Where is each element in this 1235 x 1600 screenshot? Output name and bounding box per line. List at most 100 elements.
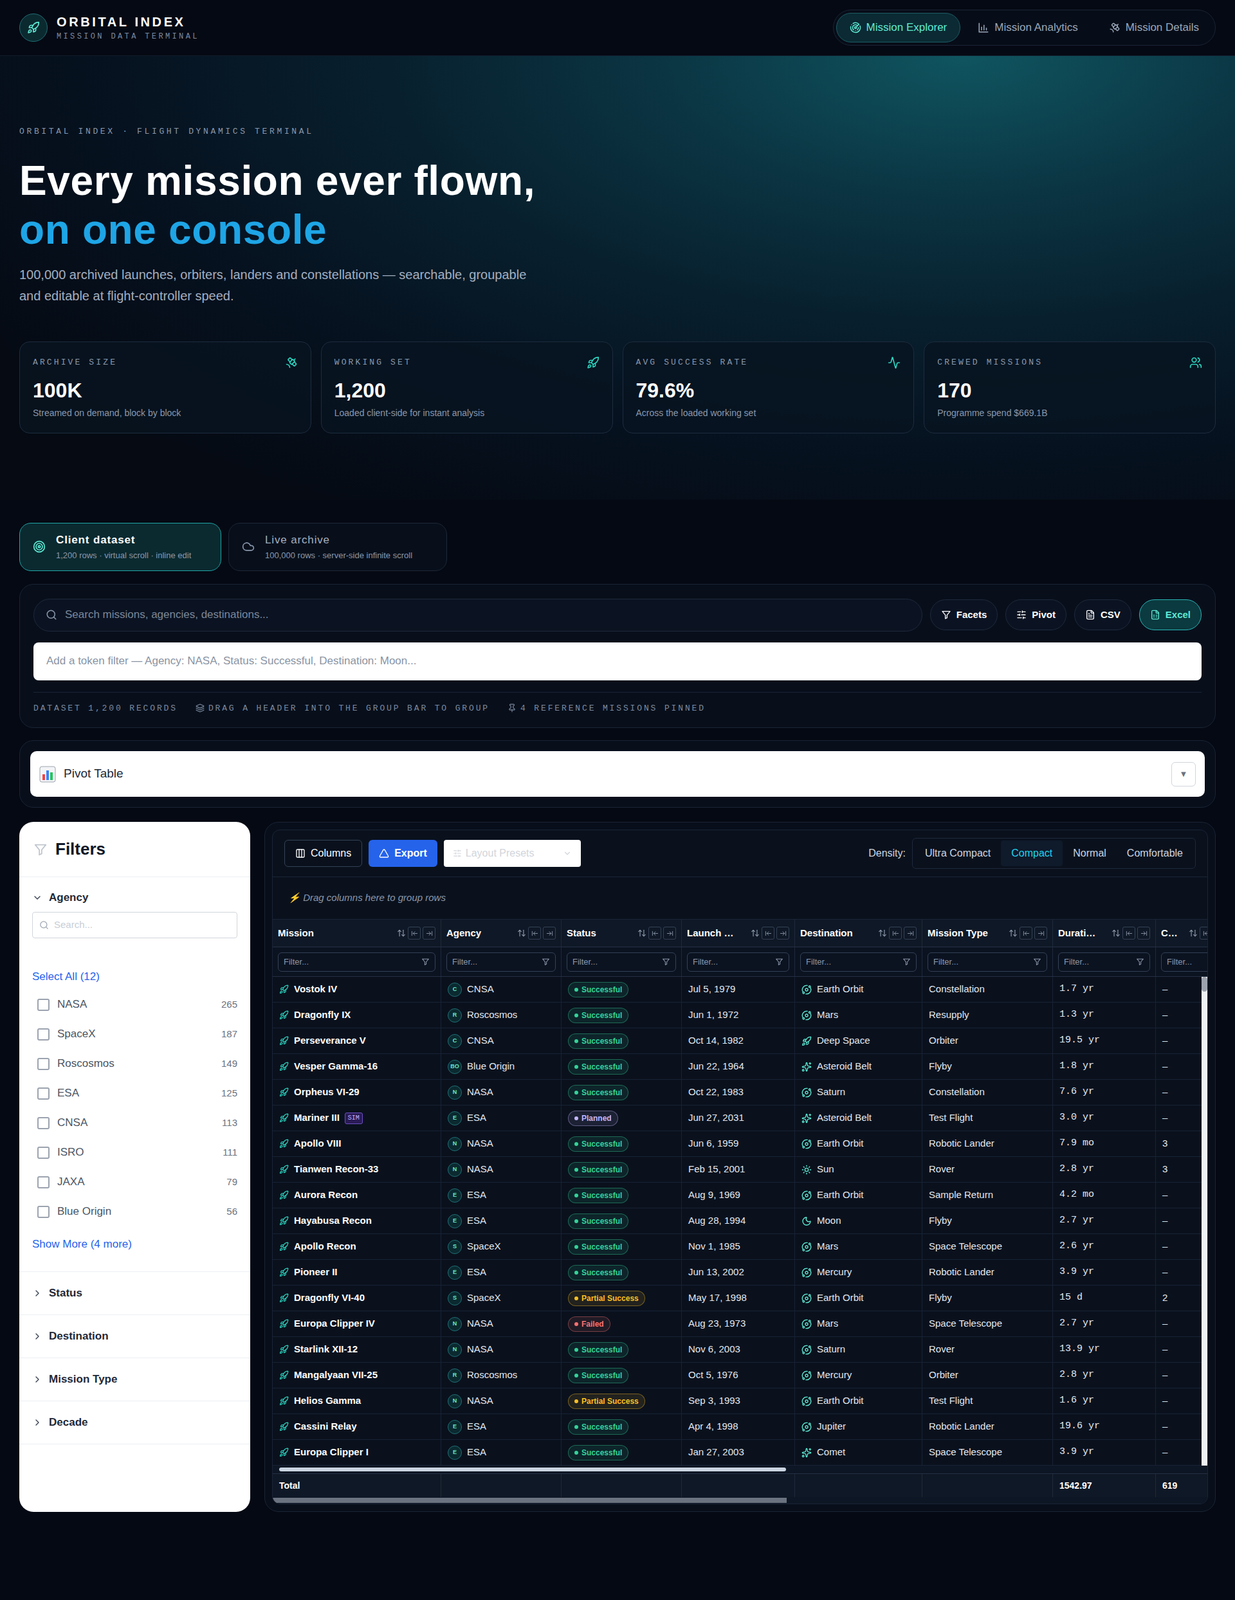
table-row[interactable]: Hayabusa ReconEESASuccessfulAug 28, 1994… [272,1208,1208,1235]
pin-right-button[interactable] [1137,926,1151,940]
table-row[interactable]: Dragonfly VI-40SSpaceXPartial SuccessMay… [272,1285,1208,1312]
toolbar-button[interactable]: Facets [930,599,999,631]
brand[interactable]: ORBITAL INDEXMISSION DATA TERMINAL [19,13,200,42]
group-bar[interactable]: ⚡ Drag columns here to group rows [272,877,1208,920]
filter-search[interactable] [32,912,238,939]
checkbox[interactable] [37,998,50,1012]
filter-option[interactable]: NASA265 [32,989,238,1020]
column-filter-input[interactable] [283,955,419,969]
filter-section[interactable]: Status [19,1272,251,1316]
filter-option[interactable]: Roscosmos149 [32,1049,238,1079]
filter-option[interactable]: SpaceX187 [32,1019,238,1050]
horizontal-scroll-thumb[interactable] [279,1467,787,1472]
column-filter[interactable] [566,952,677,972]
token-filter[interactable] [33,642,1202,681]
density-option[interactable]: Comfortable [1116,840,1194,867]
table-row[interactable]: Helios GammaNNASAPartial SuccessSep 3, 1… [272,1388,1208,1415]
pivot-toggle[interactable]: ▼ [1171,762,1196,787]
filter-section[interactable]: Mission Type [19,1358,251,1402]
export-button[interactable]: Export [368,840,438,868]
column-filter[interactable] [686,952,790,972]
pin-left-button[interactable] [407,926,421,940]
column-filter-input[interactable] [452,955,540,969]
column-filter[interactable] [800,952,917,972]
horizontal-scrollbar[interactable] [272,1465,1208,1474]
column-filter-input[interactable] [933,955,1031,969]
toolbar-button[interactable]: CSV [1074,599,1132,631]
column-filter-input[interactable] [1166,955,1208,969]
checkbox[interactable] [37,1176,50,1189]
checkbox[interactable] [37,1146,50,1160]
checkbox[interactable] [37,1087,50,1100]
sort-icon[interactable] [517,928,527,938]
vertical-scrollbar[interactable] [1201,977,1208,1466]
pin-right-button[interactable] [542,926,556,940]
vertical-scroll-thumb[interactable] [1201,977,1208,992]
column-header[interactable]: Agency [441,919,562,947]
pin-right-button[interactable] [903,926,917,940]
column-filter-input[interactable] [1063,955,1134,969]
totals-scroll-thumb[interactable] [272,1498,787,1504]
column-filter-input[interactable] [572,955,660,969]
table-row[interactable]: Perseverance VCCNSASuccessfulOct 14, 198… [272,1028,1208,1055]
column-header[interactable]: Launch … [681,919,796,947]
table-row[interactable]: Vesper Gamma-16BOBlue OriginSuccessfulJu… [272,1054,1208,1080]
sort-icon[interactable] [750,928,760,938]
token-filter-input[interactable] [46,652,1189,670]
pin-right-button[interactable] [776,926,790,940]
pin-right-button[interactable] [422,926,436,940]
sort-icon[interactable] [1111,928,1121,938]
column-filter[interactable] [927,952,1048,972]
table-row[interactable]: Mangalyaan VII-25RRoscosmosSuccessfulOct… [272,1363,1208,1389]
filter-option[interactable]: Blue Origin56 [32,1197,238,1227]
table-row[interactable]: Europa Clipper IEESASuccessfulJan 27, 20… [272,1440,1208,1466]
pin-left-button[interactable] [1199,926,1208,940]
table-row[interactable]: Dragonfly IXRRoscosmosSuccessfulJun 1, 1… [272,1002,1208,1029]
toolbar-button[interactable]: Pivot [1005,599,1067,631]
table-row[interactable]: Apollo ReconSSpaceXSuccessfulNov 1, 1985… [272,1234,1208,1261]
pin-left-button[interactable] [1122,926,1136,940]
pin-left-button[interactable] [888,926,902,940]
density-option[interactable]: Compact [1000,840,1063,867]
filter-search-input[interactable] [54,917,231,933]
sort-icon[interactable] [637,928,647,938]
filter-section-header[interactable]: Agency [32,890,238,906]
column-filter[interactable] [1161,952,1208,972]
totals-scrollbar[interactable] [272,1497,1208,1504]
checkbox[interactable] [37,1117,50,1130]
nav-item[interactable]: Mission Details [1095,12,1213,43]
sort-icon[interactable] [878,928,888,938]
pin-right-button[interactable] [1034,926,1048,940]
column-header[interactable]: Mission [272,919,442,947]
table-row[interactable]: Apollo VIIINNASASuccessfulJun 6, 1959Ear… [272,1131,1208,1158]
table-row[interactable]: Aurora ReconEESASuccessfulAug 9, 1969Ear… [272,1182,1208,1209]
column-header[interactable]: Mission Type [922,919,1053,947]
density-option[interactable]: Ultra Compact [914,840,1001,867]
dataset-tab[interactable]: Client dataset1,200 rows · virtual scrol… [19,522,222,572]
select-all[interactable]: Select All (12) [32,969,238,985]
table-row[interactable]: Orpheus VI-29NNASASuccessfulOct 22, 1983… [272,1079,1208,1106]
table-row[interactable]: Europa Clipper IVNNASAFailedAug 23, 1973… [272,1311,1208,1338]
dataset-tab[interactable]: Live archive100,000 rows · server-side i… [228,522,448,572]
column-filter[interactable] [1058,952,1151,972]
table-row[interactable]: Cassini RelayEESASuccessfulApr 4, 1998Ju… [272,1414,1208,1441]
pin-left-button[interactable] [1019,926,1033,940]
filter-section[interactable]: Destination [19,1315,251,1359]
search-field[interactable] [33,598,923,632]
table-row[interactable]: Starlink XII-12NNASASuccessfulNov 6, 200… [272,1337,1208,1364]
filter-option[interactable]: JAXA79 [32,1167,238,1198]
toolbar-button[interactable]: Excel [1139,599,1202,631]
column-header[interactable]: Destination [795,919,923,947]
nav-item[interactable]: Mission Explorer [836,12,961,43]
filter-section[interactable]: Decade [19,1401,251,1445]
table-row[interactable]: Pioneer IIEESASuccessfulJun 13, 2002Merc… [272,1260,1208,1286]
sort-icon[interactable] [1188,928,1198,938]
column-filter-input[interactable] [805,955,900,969]
table-row[interactable]: Mariner IIISIMEESAPlannedJun 27, 2031Ast… [272,1105,1208,1132]
columns-button[interactable]: Columns [284,840,363,868]
layout-presets[interactable]: Layout Presets [443,840,581,868]
pin-left-button[interactable] [648,926,662,940]
table-row[interactable]: Vostok IVCCNSASuccessfulJul 5, 1979Earth… [272,977,1208,1003]
nav-item[interactable]: Mission Analytics [964,12,1091,43]
sort-icon[interactable] [396,928,406,938]
